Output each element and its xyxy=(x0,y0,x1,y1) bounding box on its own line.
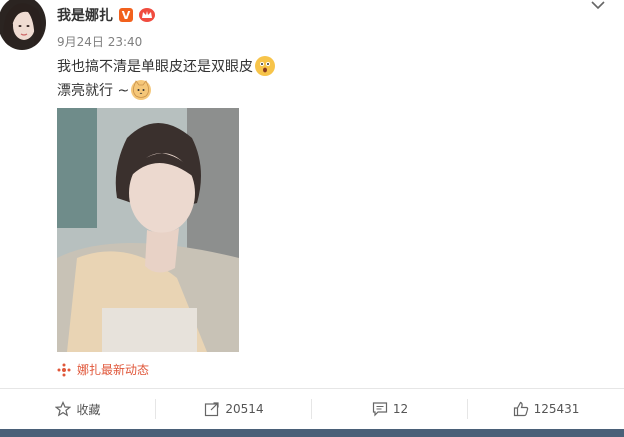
share-button[interactable]: 20514 xyxy=(156,389,312,429)
source-row[interactable]: 娜扎最新动态 xyxy=(57,361,149,378)
post-timestamp[interactable]: 9月24日 23:40 xyxy=(57,33,142,50)
post-text-line-1: 我也搞不清是单眼皮还是双眼皮 xyxy=(57,56,275,76)
post-text: 我也搞不清是单眼皮还是双眼皮 xyxy=(57,59,253,75)
chevron-down-icon[interactable] xyxy=(590,0,606,10)
post-text-line-2: 漂亮就行 ~ xyxy=(57,80,152,100)
comment-icon xyxy=(372,402,387,417)
star-icon xyxy=(55,401,72,417)
source-link[interactable]: 娜扎最新动态 xyxy=(77,361,149,378)
favorite-label: 收藏 xyxy=(76,402,101,417)
post-header: 我是娜扎 V xyxy=(57,5,155,25)
comment-button[interactable]: 12 xyxy=(312,389,468,429)
surprised-face-emoji xyxy=(255,56,275,76)
like-count: 125431 xyxy=(533,402,580,416)
post-text: 漂亮就行 ~ xyxy=(57,83,130,99)
action-bar: 收藏 20514 12 125431 xyxy=(0,389,624,429)
share-icon xyxy=(205,402,220,417)
weibo-logo-icon xyxy=(57,363,71,376)
user-name[interactable]: 我是娜扎 xyxy=(57,5,113,25)
thumbs-up-icon xyxy=(513,401,528,417)
comment-count: 12 xyxy=(392,402,409,416)
verified-badge[interactable]: V xyxy=(119,8,133,22)
like-button[interactable]: 125431 xyxy=(468,389,624,429)
post-photo[interactable] xyxy=(57,108,239,352)
footer-strip xyxy=(0,429,624,437)
avatar[interactable] xyxy=(0,0,46,50)
cat-face-emoji xyxy=(131,80,152,100)
share-count: 20514 xyxy=(225,402,264,416)
favorite-button[interactable]: 收藏 xyxy=(0,389,156,429)
member-crown-icon[interactable] xyxy=(139,8,155,22)
